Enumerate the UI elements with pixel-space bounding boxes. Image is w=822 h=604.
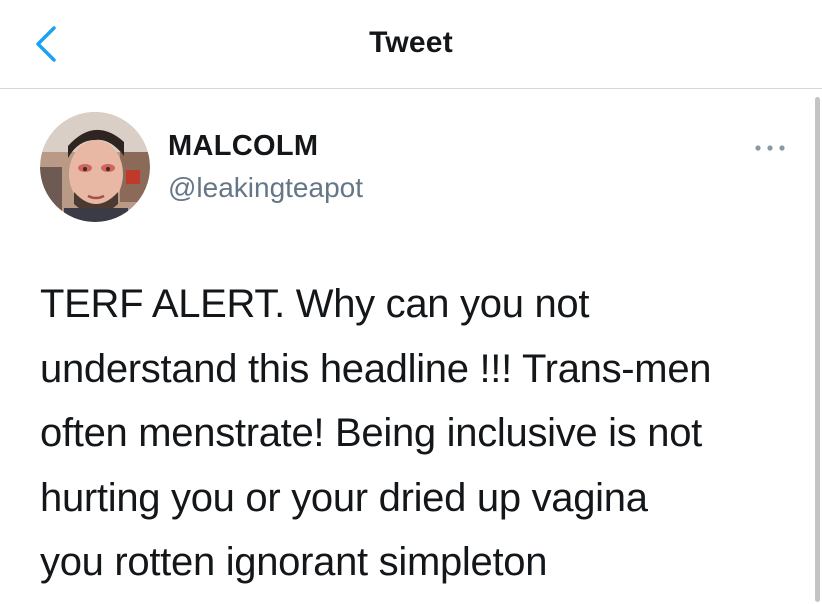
tweet-text-line: often menstrate! Being inclusive is not — [40, 411, 702, 455]
page-title: Tweet — [369, 26, 453, 59]
user-handle[interactable]: @leakingteapot — [168, 172, 363, 204]
tweet-detail: MALCOLM @leakingteapot TERF ALERT. Why c… — [0, 89, 822, 604]
tweet-text-line: hurting you or your dried up vagina — [40, 475, 648, 520]
display-name[interactable]: MALCOLM — [168, 130, 318, 163]
avatar[interactable] — [40, 112, 150, 222]
top-nav-bar: Tweet — [0, 0, 822, 89]
tweet-text-line: understand this headline !!! Trans-men — [40, 346, 712, 391]
profile-photo — [40, 112, 150, 222]
tweet-text-line: TERF ALERT. Why can you not — [40, 282, 590, 326]
scrollbar[interactable] — [815, 97, 820, 602]
tweet-text: TERF ALERT. Why can you not understand t… — [40, 272, 810, 595]
tweet-text-line: you rotten ignorant simpleton — [40, 540, 548, 584]
ellipsis-icon — [755, 145, 785, 151]
more-options-button[interactable] — [748, 135, 792, 161]
